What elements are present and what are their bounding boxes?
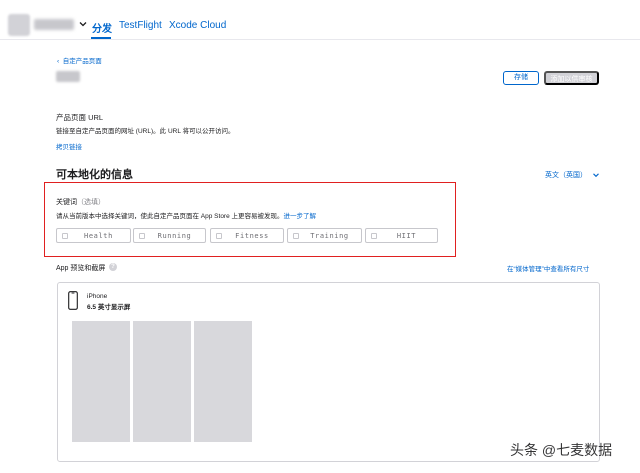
app-preview-label: App 预览和截屏 — [56, 265, 106, 272]
app-name-blurred[interactable] — [34, 19, 74, 30]
screenshot-slot-1[interactable] — [72, 321, 130, 442]
tab-distribution[interactable]: 分发 — [92, 20, 112, 35]
learn-more-link[interactable]: 进一步了解 — [284, 213, 317, 220]
breadcrumb[interactable]: ‹ 自定产品页面 — [57, 55, 102, 65]
keywords-label-text: 关键词 — [56, 199, 77, 206]
keyword-label: HIIT — [396, 232, 417, 240]
keyword-label: Training — [310, 232, 349, 240]
keyword-checkbox-hiit[interactable]: HIIT — [365, 228, 438, 243]
active-tab-indicator — [91, 37, 111, 39]
iphone-icon — [68, 291, 78, 310]
keywords-label: 关键词（选填） — [56, 197, 105, 207]
help-icon[interactable]: ? — [109, 263, 117, 271]
device-size: 6.5 英寸显示屏 — [87, 304, 131, 311]
chevron-down-icon[interactable] — [592, 171, 600, 179]
keyword-label: Running — [157, 232, 192, 240]
url-section-title: 产品页面 URL — [56, 113, 104, 122]
keywords-optional-text: （选填） — [77, 199, 105, 206]
top-nav-bar: 分发 TestFlight Xcode Cloud — [0, 0, 640, 40]
language-select[interactable]: 英文（英国） — [545, 170, 587, 180]
url-section-description: 链接至自定产品页面的网址 (URL)。此 URL 将可以公开访问。 — [56, 128, 235, 135]
watermark: 头条 @七麦数据 — [510, 442, 613, 458]
media-manager-link[interactable]: 在“媒体管理”中查看所有尺寸 — [507, 263, 589, 273]
keywords-help: 请从当前版本中选择关键词，使此自定产品页面在 App Store 上更容易被发现… — [56, 210, 316, 220]
add-for-review-button[interactable]: 添加以供审核 — [544, 71, 599, 85]
localizable-info-title: 可本地化的信息 — [56, 169, 133, 181]
keyword-checkbox-health[interactable]: Health — [56, 228, 131, 243]
copy-link[interactable]: 拷贝链接 — [56, 141, 82, 151]
tab-testflight[interactable]: TestFlight — [119, 20, 162, 31]
page-title-blurred — [56, 71, 80, 82]
chevron-down-icon[interactable] — [78, 19, 88, 29]
keywords-help-text: 请从当前版本中选择关键词，使此自定产品页面在 App Store 上更容易被发现… — [56, 213, 284, 220]
screenshot-slot-3[interactable] — [194, 321, 252, 442]
save-button[interactable]: 存储 — [503, 71, 539, 85]
breadcrumb-label: 自定产品页面 — [62, 58, 102, 65]
keyword-checkbox-training[interactable]: Training — [287, 228, 362, 243]
app-icon-blurred[interactable] — [8, 14, 30, 36]
screenshot-slot-2[interactable] — [133, 321, 191, 442]
keyword-label: Health — [84, 232, 113, 240]
tab-xcode-cloud[interactable]: Xcode Cloud — [169, 20, 226, 31]
keyword-label: Fitness — [235, 232, 269, 240]
keyword-checkbox-fitness[interactable]: Fitness — [210, 228, 284, 243]
keyword-checkbox-running[interactable]: Running — [133, 228, 206, 243]
device-name: iPhone — [87, 293, 108, 300]
